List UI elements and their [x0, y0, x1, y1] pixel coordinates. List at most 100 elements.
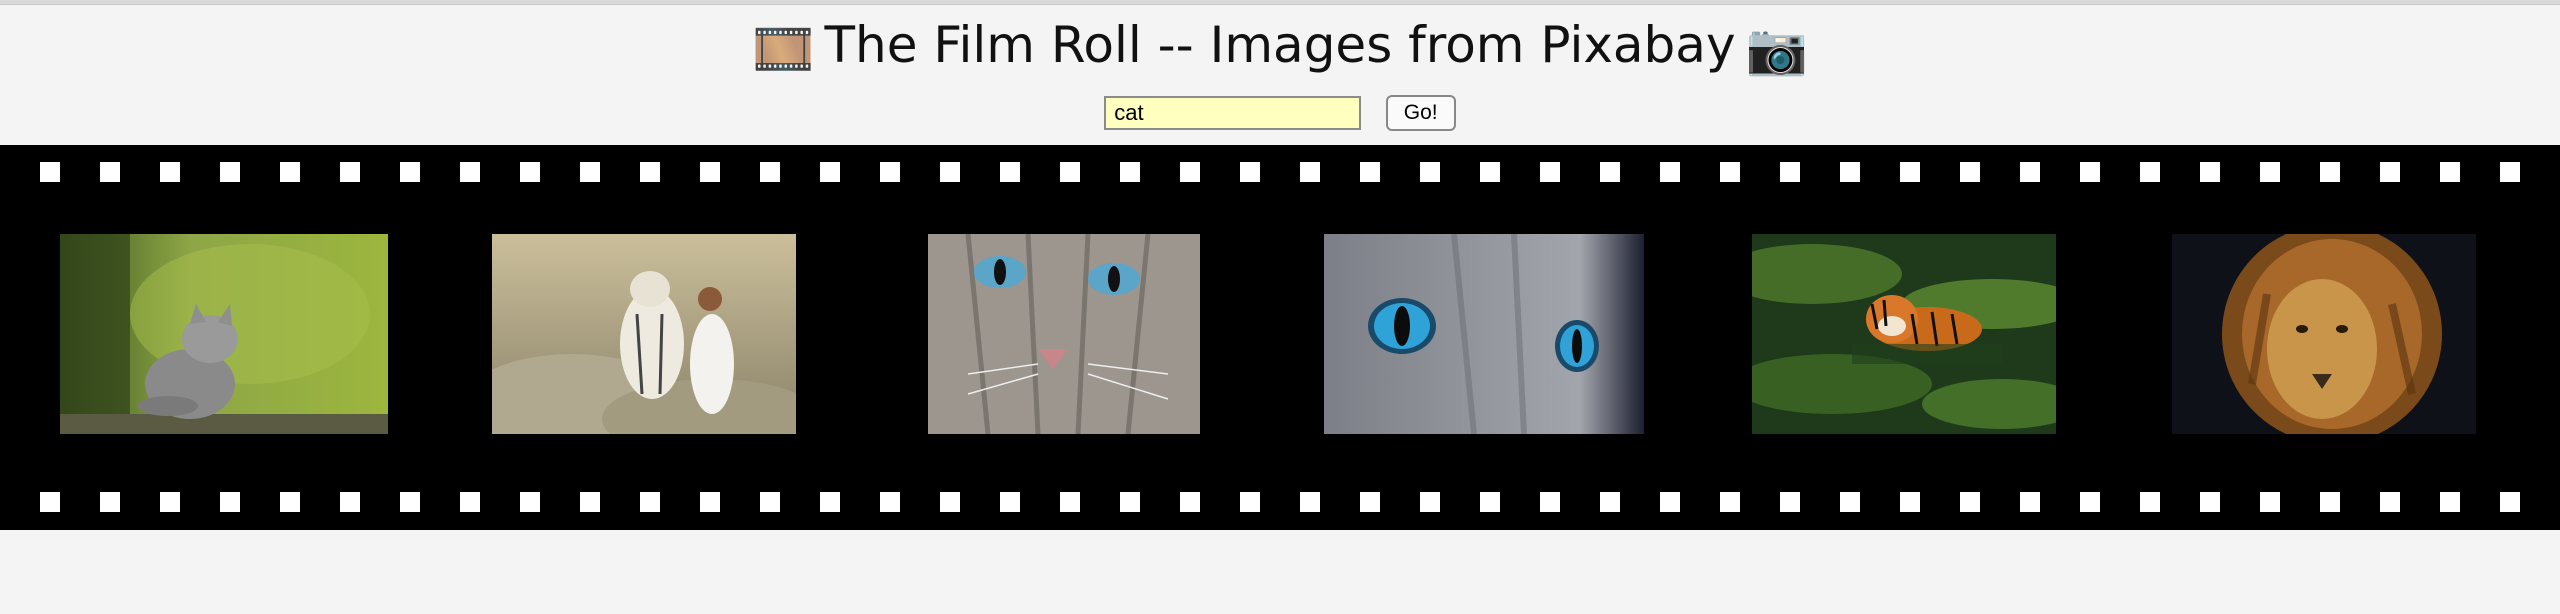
sprocket-hole [1120, 492, 1140, 512]
sprocket-row-bottom [0, 492, 2560, 512]
sprocket-hole [220, 492, 240, 512]
sprocket-hole [1180, 492, 1200, 512]
film-frame-tabby-closeup[interactable] [928, 234, 1200, 434]
sprocket-hole [760, 162, 780, 182]
sprocket-hole [1540, 492, 1560, 512]
sprocket-hole [760, 492, 780, 512]
sprocket-hole [1120, 162, 1140, 182]
sprocket-hole [1720, 492, 1740, 512]
sprocket-hole [220, 162, 240, 182]
sprocket-hole [1060, 492, 1080, 512]
sprocket-hole [2200, 492, 2220, 512]
sprocket-hole [280, 492, 300, 512]
film-frame-lion[interactable] [2172, 234, 2476, 434]
page-title-text: The Film Roll -- Images from Pixabay [824, 16, 1736, 74]
sprocket-hole [2500, 162, 2520, 182]
sprocket-hole [820, 162, 840, 182]
white-tiger-photo [492, 234, 796, 434]
film-frame-tiger-water[interactable] [1752, 234, 2056, 434]
tabby-closeup-photo [928, 234, 1200, 434]
camera-icon: 📷 [1745, 19, 1808, 78]
sprocket-hole [1720, 162, 1740, 182]
sprocket-hole [2140, 492, 2160, 512]
sprocket-hole [700, 492, 720, 512]
sprocket-hole [580, 492, 600, 512]
search-input[interactable] [1104, 96, 1362, 130]
sprocket-hole [1960, 162, 1980, 182]
sprocket-hole [2080, 162, 2100, 182]
sprocket-hole [1060, 162, 1080, 182]
sprocket-hole [2440, 492, 2460, 512]
film-frame-grey-cat[interactable] [1324, 234, 1644, 434]
tiger-water-photo [1752, 234, 2056, 434]
sprocket-hole [2500, 492, 2520, 512]
film-frame-white-tiger[interactable] [492, 234, 796, 434]
sprocket-hole [880, 492, 900, 512]
grey-cat-photo [1324, 234, 1644, 434]
sprocket-hole [340, 492, 360, 512]
sprocket-hole [1600, 492, 1620, 512]
sprocket-hole [2140, 162, 2160, 182]
sprocket-hole [400, 162, 420, 182]
sprocket-hole [2020, 162, 2040, 182]
sprocket-hole [1600, 162, 1620, 182]
film-frame-kitten[interactable] [60, 234, 388, 434]
sprocket-hole [400, 492, 420, 512]
sprocket-hole [280, 162, 300, 182]
sprocket-hole [1840, 492, 1860, 512]
sprocket-hole [340, 162, 360, 182]
lion-photo [2172, 234, 2476, 434]
sprocket-hole [1480, 162, 1500, 182]
sprocket-hole [2380, 162, 2400, 182]
sprocket-hole [160, 162, 180, 182]
sprocket-hole [2440, 162, 2460, 182]
film-strip [0, 145, 2560, 530]
sprocket-hole [520, 492, 540, 512]
sprocket-hole [820, 492, 840, 512]
sprocket-hole [1660, 162, 1680, 182]
sprocket-hole [1240, 162, 1260, 182]
page-title: 🎞️ The Film Roll -- Images from Pixabay 📷 [0, 14, 2560, 80]
sprocket-hole [1240, 492, 1260, 512]
window-top-border [0, 0, 2560, 5]
sprocket-hole [100, 162, 120, 182]
go-button[interactable]: Go! [1385, 95, 1456, 131]
sprocket-hole [640, 492, 660, 512]
sprocket-hole [1480, 492, 1500, 512]
sprocket-hole [580, 162, 600, 182]
sprocket-hole [1960, 492, 1980, 512]
sprocket-hole [1900, 162, 1920, 182]
sprocket-hole [1420, 162, 1440, 182]
sprocket-hole [2380, 492, 2400, 512]
sprocket-hole [1300, 162, 1320, 182]
sprocket-hole [940, 162, 960, 182]
sprocket-hole [1300, 492, 1320, 512]
search-form: Go! [0, 95, 2560, 135]
sprocket-hole [460, 162, 480, 182]
sprocket-hole [1360, 492, 1380, 512]
sprocket-hole [520, 162, 540, 182]
sprocket-hole [160, 492, 180, 512]
sprocket-hole [1780, 162, 1800, 182]
sprocket-hole [1360, 162, 1380, 182]
sprocket-hole [40, 162, 60, 182]
kitten-photo [60, 234, 388, 434]
sprocket-hole [1780, 492, 1800, 512]
sprocket-hole [2080, 492, 2100, 512]
sprocket-hole [1000, 162, 1020, 182]
sprocket-hole [1000, 492, 1020, 512]
sprocket-hole [880, 162, 900, 182]
sprocket-hole [40, 492, 60, 512]
sprocket-hole [1180, 162, 1200, 182]
sprocket-hole [2320, 162, 2340, 182]
sprocket-hole [2260, 162, 2280, 182]
sprocket-hole [700, 162, 720, 182]
sprocket-hole [1420, 492, 1440, 512]
sprocket-hole [2200, 162, 2220, 182]
sprocket-row-top [0, 162, 2560, 182]
sprocket-hole [640, 162, 660, 182]
sprocket-hole [1660, 492, 1680, 512]
sprocket-hole [100, 492, 120, 512]
sprocket-hole [1540, 162, 1560, 182]
sprocket-hole [2320, 492, 2340, 512]
